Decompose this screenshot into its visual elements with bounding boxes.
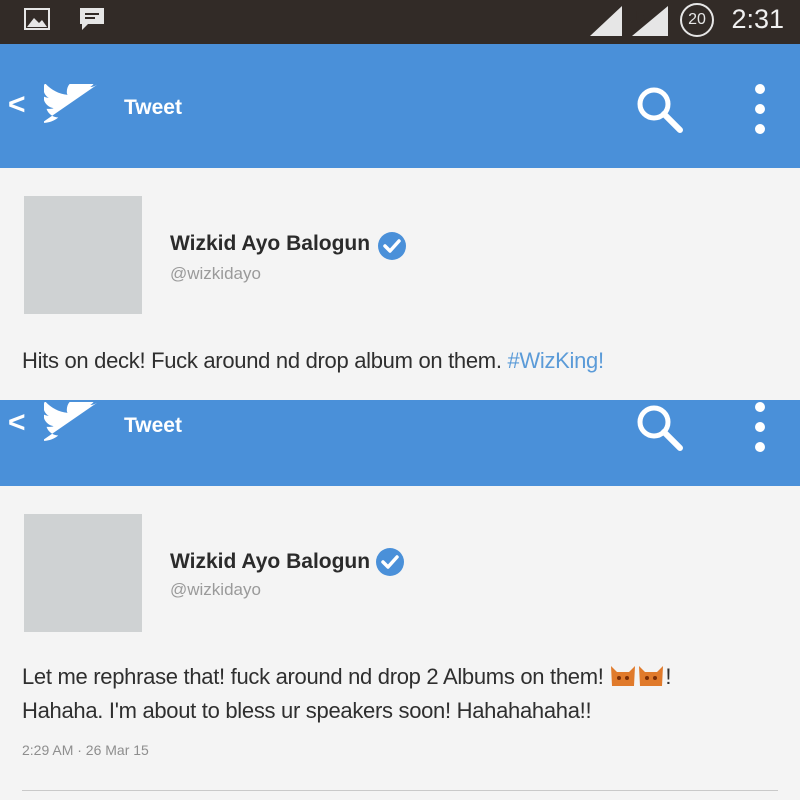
tweet-text: Hits on deck! Fuck around nd drop album … bbox=[22, 344, 604, 378]
app-bar-title: Tweet bbox=[124, 96, 182, 119]
author-handle[interactable]: @wizkidayo bbox=[170, 580, 261, 600]
app-bar-2: < Tweet bbox=[0, 400, 800, 486]
overflow-menu-icon[interactable] bbox=[745, 82, 775, 136]
verified-badge-icon bbox=[376, 548, 404, 576]
author-name[interactable]: Wizkid Ayo Balogun bbox=[170, 550, 370, 574]
back-button[interactable]: < bbox=[8, 88, 26, 122]
verified-badge-icon bbox=[378, 232, 406, 260]
tweet-body: Hits on deck! Fuck around nd drop album … bbox=[22, 348, 508, 373]
twitter-bird-icon[interactable] bbox=[44, 402, 104, 452]
author-name[interactable]: Wizkid Ayo Balogun bbox=[170, 232, 370, 256]
devil-emoji-icon bbox=[611, 666, 664, 686]
search-icon[interactable] bbox=[634, 84, 686, 136]
search-icon[interactable] bbox=[634, 402, 686, 454]
divider bbox=[22, 790, 778, 791]
notification-badge: 20 bbox=[680, 3, 714, 37]
tweet-line-1: Let me rephrase that! fuck around nd dro… bbox=[22, 660, 671, 694]
status-bar: E 20 2:31 bbox=[0, 0, 800, 44]
tweet-body-line-1: Let me rephrase that! fuck around nd dro… bbox=[22, 664, 604, 689]
message-icon bbox=[80, 8, 104, 30]
app-bar-1: < Tweet bbox=[0, 44, 800, 168]
tweet-body-line-1-end: ! bbox=[665, 664, 672, 689]
signal-icon bbox=[590, 6, 622, 36]
avatar[interactable] bbox=[24, 196, 142, 314]
author-handle[interactable]: @wizkidayo bbox=[170, 264, 261, 284]
tweet-text: Let me rephrase that! fuck around nd dro… bbox=[22, 660, 671, 728]
app-bar-title: Tweet bbox=[124, 414, 182, 437]
svg-text:E: E bbox=[636, 8, 645, 23]
twitter-bird-icon[interactable] bbox=[44, 84, 104, 134]
avatar[interactable] bbox=[24, 514, 142, 632]
overflow-menu-icon[interactable] bbox=[745, 400, 775, 454]
hashtag-link[interactable]: #WizKing! bbox=[507, 348, 604, 373]
tweet-card-2: Wizkid Ayo Balogun @wizkidayo Let me rep… bbox=[0, 486, 800, 800]
tweet-body-line-2: Hahaha. I'm about to bless ur speakers s… bbox=[22, 698, 592, 723]
clock: 2:31 bbox=[731, 4, 784, 34]
back-button[interactable]: < bbox=[8, 406, 26, 440]
notification-count: 20 bbox=[688, 11, 706, 28]
tweet-timestamp: 2:29 AM · 26 Mar 15 bbox=[22, 742, 149, 758]
signal-e-icon: E bbox=[632, 6, 668, 36]
gallery-icon bbox=[24, 8, 50, 30]
tweet-card-1: Wizkid Ayo Balogun @wizkidayo Hits on de… bbox=[0, 168, 800, 400]
